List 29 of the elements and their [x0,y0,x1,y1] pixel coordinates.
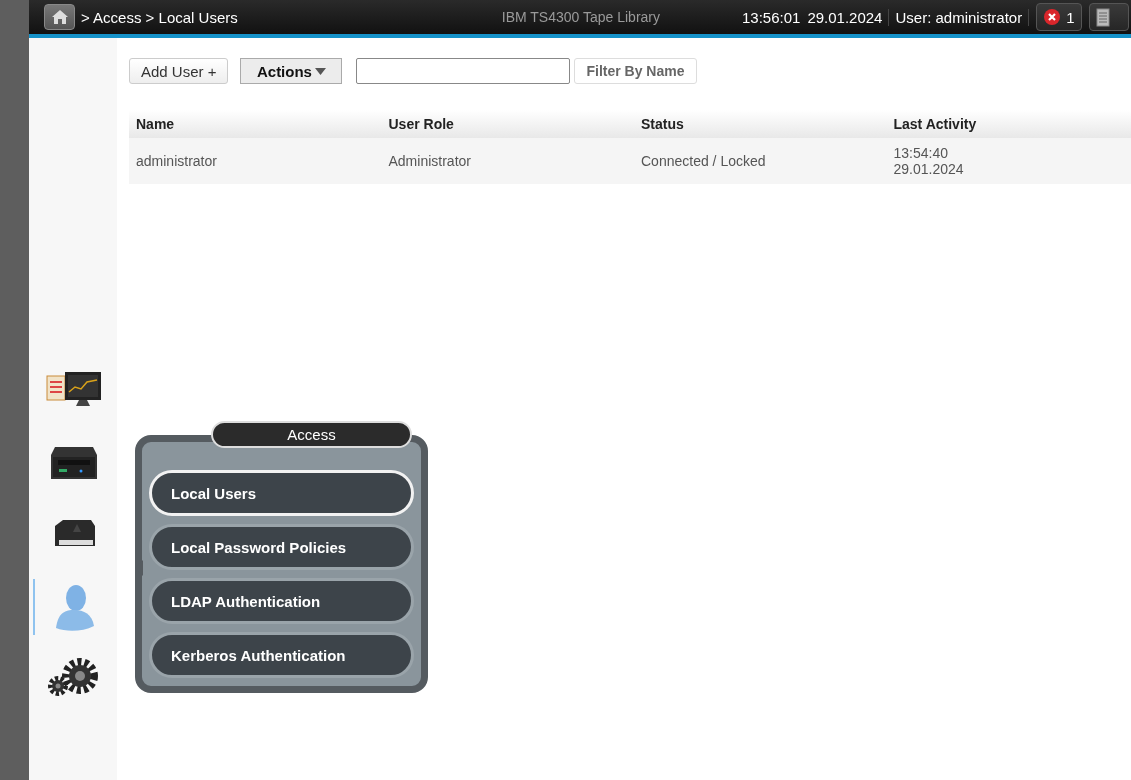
actions-button[interactable]: Actions [240,58,343,84]
home-button[interactable] [44,4,75,30]
add-user-button[interactable]: Add User + [129,58,229,84]
breadcrumb: > Access > Local Users [81,8,238,26]
log-button[interactable] [1088,3,1129,31]
filter-button[interactable]: Filter By Name [574,58,697,84]
menu-item[interactable]: Local Password Policies [149,524,414,570]
table-cell-text: Administrator [387,153,472,169]
menu-item[interactable]: Local Users [149,470,414,516]
column-header: Status [640,116,685,132]
menu-item[interactable]: Kerberos Authentication [149,632,414,678]
table-cell-text: 13:54:40 29.01.2024 [892,145,965,177]
filter-input[interactable] [356,58,571,84]
table-cell-text: Connected / Locked [640,153,767,169]
caret-icon [314,67,326,75]
clipboard-icon [1095,7,1110,27]
column-header: Name [135,116,176,132]
menu-item[interactable]: LDAP Authentication [149,578,414,624]
error-icon [1043,8,1062,26]
column-header: User Role [387,116,455,132]
column-header: Last Activity [892,116,978,132]
clock-date: 29.01.2024 [807,8,890,26]
errors-button[interactable]: 1 [1036,3,1082,31]
table-cell-text: administrator [135,153,218,169]
product-title: IBM TS4300 Tape Library [501,9,660,25]
current-user: User: administrator [895,8,1030,26]
clock-time: 13:56:01 [742,8,801,26]
menu-title: Access [211,421,412,448]
home-icon [50,9,69,25]
